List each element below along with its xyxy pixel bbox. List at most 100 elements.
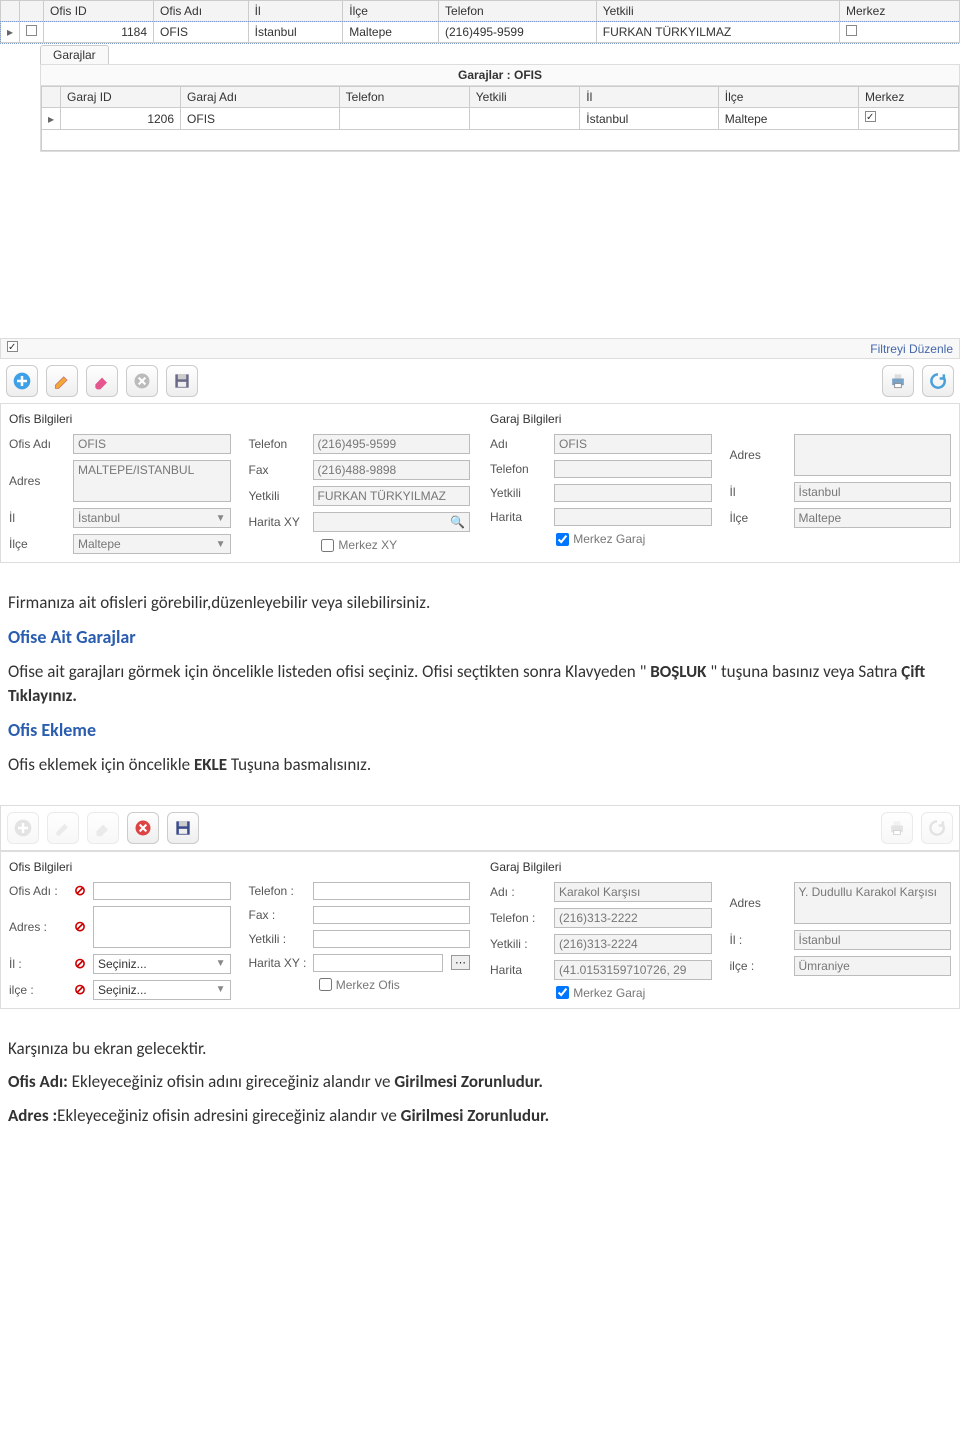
lbl-g-adi: Adı (490, 437, 548, 451)
chevron-down-icon: ▼ (216, 984, 226, 995)
il-select[interactable]: İstanbul▼ (73, 508, 231, 528)
tab-garajlar[interactable]: Garajlar (40, 45, 109, 64)
garaj-adi-input2[interactable]: Karakol Karşısı (554, 882, 712, 902)
add-button[interactable] (6, 365, 38, 397)
garaj-harita-input[interactable] (554, 508, 712, 526)
il-select2[interactable]: Seçiniz...▼ (93, 954, 231, 974)
doc-p3: Ofis eklemek için öncelikle EKLE Tuşuna … (8, 753, 952, 777)
ellipsis-button[interactable]: ⋯ (451, 955, 470, 970)
merkezxy-checkbox[interactable] (321, 539, 334, 552)
print-button[interactable] (882, 365, 914, 397)
col-ilce[interactable]: İlçe (343, 1, 439, 22)
eraser-icon (93, 818, 113, 838)
garaj-ilce-input[interactable]: Maltepe (794, 508, 952, 528)
col-merkez[interactable]: Merkez (840, 1, 960, 22)
cancel-button[interactable] (126, 365, 158, 397)
garaj-ilce-input2[interactable]: Ümraniye (794, 956, 952, 976)
haritaxy-input[interactable]: 🔍 (313, 512, 471, 532)
merkez-ofis-checkbox[interactable] (319, 978, 332, 991)
cell-ofis-adi: OFIS (154, 22, 249, 43)
gcell-id: 1206 (61, 108, 181, 130)
gcell-ilce: Maltepe (718, 108, 858, 130)
gcell-merkez[interactable] (859, 108, 959, 130)
cell-il: İstanbul (248, 22, 343, 43)
ofis-adi-input2[interactable] (93, 882, 231, 900)
print-button (881, 812, 913, 844)
fax-input[interactable]: (216)488-9898 (313, 460, 471, 480)
yetkili-input2[interactable] (313, 930, 471, 948)
garaj-adres-input[interactable] (794, 434, 952, 476)
lbl-merkez-garaj: Merkez Garaj (573, 532, 645, 546)
gcol-ilce[interactable]: İlçe (718, 87, 858, 108)
ofis-adi-input[interactable]: OFIS (73, 434, 231, 454)
printer-icon (887, 818, 907, 838)
detail-tab-row: Garajlar (0, 43, 960, 64)
garaj-telefon-input[interactable] (554, 460, 712, 478)
merkez-garaj-checkbox2[interactable] (556, 986, 569, 999)
form-region: Ofis Bilgileri Ofis Adı OFIS Adres MALTE… (0, 403, 960, 563)
garajlar-panel-title: Garajlar : OFIS (41, 65, 959, 86)
garaj-harita-input2[interactable]: (41.0153159710726, 29 (554, 960, 712, 980)
ofis-bilgileri-title2: Ofis Bilgileri (9, 860, 470, 874)
adres-input2[interactable] (93, 906, 231, 948)
table-row[interactable]: ▸ 1206 OFIS İstanbul Maltepe (42, 108, 959, 130)
floppy-icon (172, 371, 192, 391)
garaj-yetkili-input2[interactable]: (216)313-2224 (554, 934, 712, 954)
toolbar-add-mode (0, 805, 960, 851)
garaj-yetkili-input[interactable] (554, 484, 712, 502)
lbl-g-harita: Harita (490, 510, 548, 524)
save-button[interactable] (166, 365, 198, 397)
telefon-input2[interactable] (313, 882, 471, 900)
edit-button[interactable] (46, 365, 78, 397)
haritaxy-input2[interactable] (313, 954, 444, 972)
lbl2-merkez-ofis: Merkez Ofis (336, 978, 400, 992)
ofis-grid[interactable]: Ofis ID Ofis Adı İl İlçe Telefon Yetkili… (0, 0, 960, 43)
refresh-button[interactable] (922, 365, 954, 397)
gcol-yetkili[interactable]: Yetkili (469, 87, 580, 108)
col-ofis-adi[interactable]: Ofis Adı (154, 1, 249, 22)
lbl2-g-ilce: ilçe : (730, 959, 788, 973)
garaj-adres-input2[interactable]: Y. Dudullu Karakol Karşısı (794, 882, 952, 924)
gcol-id[interactable]: Garaj ID (61, 87, 181, 108)
garaj-grid[interactable]: Garaj ID Garaj Adı Telefon Yetkili İl İl… (41, 86, 959, 151)
gcol-merkez[interactable]: Merkez (859, 87, 959, 108)
fax-input2[interactable] (313, 906, 471, 924)
garaj-il-input2[interactable]: İstanbul (794, 930, 952, 950)
ilce-select2[interactable]: Seçiniz...▼ (93, 980, 231, 1000)
garaj-adi-input[interactable]: OFIS (554, 434, 712, 454)
lbl-merkezxy: Merkez XY (338, 538, 397, 552)
col-telefon[interactable]: Telefon (439, 1, 597, 22)
col-yetkili[interactable]: Yetkili (596, 1, 839, 22)
gcell-adi: OFIS (181, 108, 340, 130)
filter-checkbox[interactable] (7, 341, 18, 356)
col-il[interactable]: İl (248, 1, 343, 22)
col-ofis-id[interactable]: Ofis ID (44, 1, 154, 22)
row-expander[interactable] (20, 22, 44, 43)
adres-input[interactable]: MALTEPE/ISTANBUL (73, 460, 231, 502)
gcell-il: İstanbul (580, 108, 718, 130)
table-row[interactable]: ▸ 1184 OFIS İstanbul Maltepe (216)495-95… (1, 22, 960, 43)
lbl2-adres: Adres : (9, 920, 67, 934)
telefon-input[interactable]: (216)495-9599 (313, 434, 471, 454)
plus-icon (13, 818, 33, 838)
yetkili-input[interactable]: FURKAN TÜRKYILMAZ (313, 486, 471, 506)
ilce-select[interactable]: Maltepe▼ (73, 534, 231, 554)
garaj-bilgileri-title: Garaj Bilgileri (490, 412, 951, 426)
filter-edit-link[interactable]: Filtreyi Düzenle (870, 342, 953, 356)
garaj-il-input[interactable]: İstanbul (794, 482, 952, 502)
gcell-yetkili (469, 108, 580, 130)
cancel-button[interactable] (127, 812, 159, 844)
save-button[interactable] (167, 812, 199, 844)
erase-button[interactable] (86, 365, 118, 397)
toolbar (0, 359, 960, 403)
garaj-telefon-input2[interactable]: (216)313-2222 (554, 908, 712, 928)
doc-text-2: Karşınıza bu ekran gelecektir. Ofis Adı:… (0, 1009, 960, 1156)
cell-merkez[interactable] (840, 22, 960, 43)
merkez-garaj-checkbox[interactable] (556, 533, 569, 546)
gcol-adi[interactable]: Garaj Adı (181, 87, 340, 108)
error-icon: ⊘ (73, 918, 87, 935)
gcol-telefon[interactable]: Telefon (339, 87, 469, 108)
ofis-bilgileri-title: Ofis Bilgileri (9, 412, 470, 426)
binoculars-icon[interactable]: 🔍 (450, 515, 465, 529)
gcol-il[interactable]: İl (580, 87, 718, 108)
